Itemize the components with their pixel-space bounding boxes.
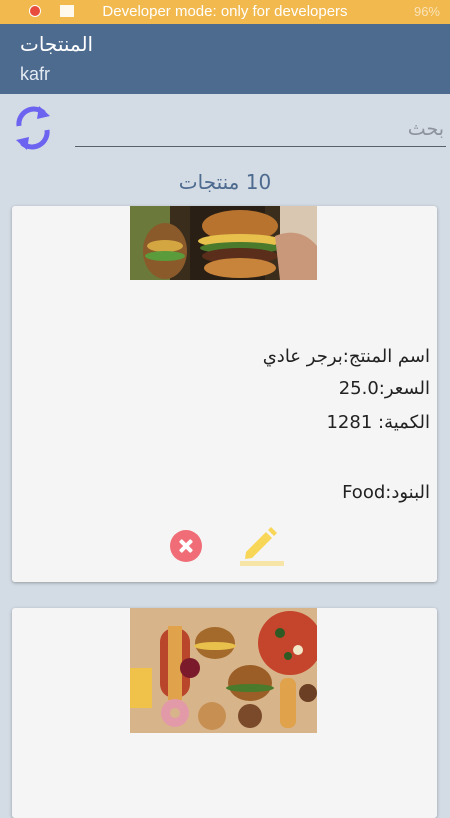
- status-bar: Developer mode: only for developers 96%: [0, 0, 450, 24]
- product-category: البنود:Food: [342, 482, 430, 503]
- product-card: [12, 608, 437, 818]
- app-toolbar: المنتجات kafr: [0, 24, 450, 94]
- edit-button[interactable]: [240, 524, 284, 566]
- product-quantity: الكمية: 1281: [326, 412, 430, 433]
- refresh-button[interactable]: [10, 100, 56, 156]
- search-input[interactable]: [75, 112, 446, 147]
- edit-icon: [240, 527, 284, 566]
- product-image: [130, 608, 317, 733]
- page-subtitle: kafr: [20, 64, 51, 84]
- delete-button[interactable]: [170, 530, 202, 562]
- product-price: السعر:25.0: [338, 378, 430, 399]
- refresh-icon: [16, 106, 50, 150]
- page-title: المنتجات: [20, 32, 94, 56]
- product-image: [130, 206, 317, 280]
- battery-level: 96%: [413, 4, 440, 19]
- products-count: 10 منتجات: [178, 170, 272, 194]
- product-card: اسم المنتج:برجر عادي السعر:25.0 الكمية: …: [12, 206, 437, 582]
- product-name: اسم المنتج:برجر عادي: [262, 346, 430, 367]
- status-message: Developer mode: only for developers: [102, 3, 348, 20]
